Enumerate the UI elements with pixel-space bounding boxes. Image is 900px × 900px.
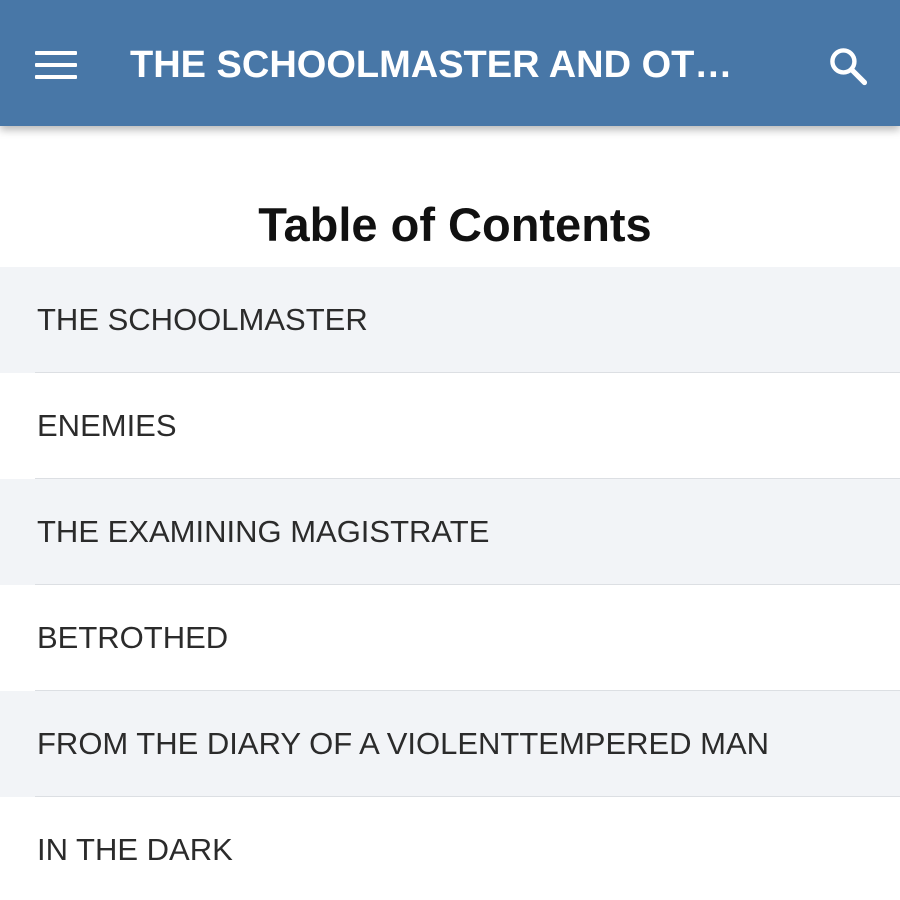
toc-item-betrothed[interactable]: BETROTHED bbox=[0, 585, 900, 691]
toc-item-enemies[interactable]: ENEMIES bbox=[0, 373, 900, 479]
app-screen: THE SCHOOLMASTER AND OT… Table of Conten… bbox=[0, 0, 900, 900]
toc-item-the-examining-magistrate[interactable]: THE EXAMINING MAGISTRATE bbox=[0, 479, 900, 585]
menu-icon bbox=[35, 51, 77, 79]
toc-item-the-schoolmaster[interactable]: THE SCHOOLMASTER bbox=[0, 267, 900, 373]
menu-button[interactable] bbox=[22, 31, 90, 99]
app-bar: THE SCHOOLMASTER AND OT… bbox=[0, 0, 900, 126]
toc-content: Table of Contents THE SCHOOLMASTER ENEMI… bbox=[0, 126, 900, 900]
toc-heading: Table of Contents bbox=[258, 198, 652, 252]
search-icon bbox=[830, 48, 868, 86]
app-title: THE SCHOOLMASTER AND OT… bbox=[130, 44, 733, 86]
toc-item-diary-of-a-violenttempered-man[interactable]: FROM THE DIARY OF A VIOLENTTEMPERED MAN bbox=[0, 691, 900, 797]
toc-item-in-the-dark[interactable]: IN THE DARK bbox=[0, 797, 900, 900]
toc-list: THE SCHOOLMASTER ENEMIES THE EXAMINING M… bbox=[0, 267, 900, 900]
search-button[interactable] bbox=[815, 33, 881, 99]
